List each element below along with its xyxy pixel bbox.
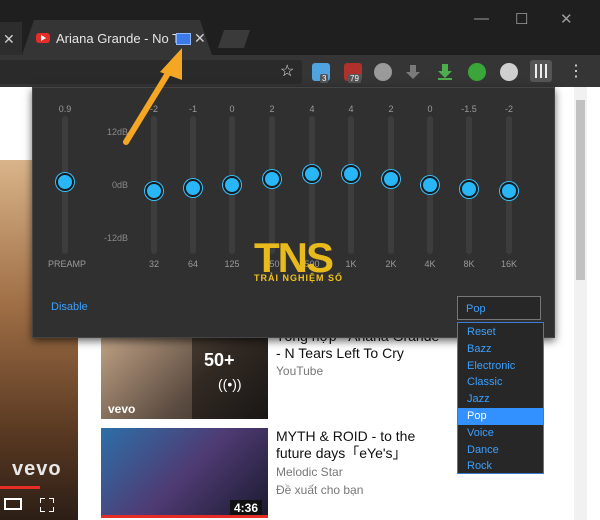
scale-label-zero: 0dB [111,180,128,190]
video-recommendation: Đề xuất cho bạn [276,483,364,497]
band-label: 32 [148,259,159,269]
minimize-button[interactable]: — [474,10,489,27]
band-label: 2K [385,259,397,269]
band-slider-knob[interactable] [223,176,241,194]
extension-badge: 79 [348,74,361,83]
scrollbar-thumb[interactable] [576,100,585,280]
ublock-icon[interactable]: 79 [344,63,362,83]
band-label: 125 [224,259,240,269]
watermark-subtitle: TRẢI NGHIỆM SỐ [254,273,344,283]
youtube-favicon-icon [36,33,50,43]
band-value: -2 [504,104,513,114]
player-progress-bar[interactable] [0,486,40,489]
preset-option[interactable]: Electronic [458,358,543,375]
band-value: 4 [309,104,315,114]
menu-icon[interactable]: ⋮ [568,61,584,81]
video-duration: 4:36 [230,500,263,516]
cloud-icon[interactable] [500,63,518,81]
globe-icon[interactable] [374,63,392,81]
maximize-button[interactable]: ☐ [515,10,528,28]
band-value: 0 [427,104,433,114]
preset-option[interactable]: Dance [458,442,543,459]
preset-option[interactable]: Classic [458,374,543,391]
band-label: 16K [500,259,517,269]
band-value: 2 [388,104,394,114]
green-circle-icon[interactable] [468,63,486,81]
video-channel[interactable]: YouTube [276,364,323,378]
band-slider-knob[interactable] [303,164,321,183]
preset-option[interactable]: Reset [458,324,543,341]
band-slider-knob[interactable] [500,181,518,200]
disable-link[interactable]: Disable [51,301,88,313]
vevo-logo: vevo [12,458,62,480]
band-slider-track[interactable] [348,116,354,254]
band-slider-knob[interactable] [184,178,202,197]
download-gray-icon[interactable] [404,63,422,81]
playlist-overlay [192,326,268,419]
preset-option[interactable]: Bazz [458,341,543,358]
close-icon[interactable]: ✕ [3,31,15,48]
band-label: 1K [345,259,357,269]
band-label: 64 [187,259,198,269]
band-value: 4 [348,104,354,114]
miniplayer-icon[interactable] [4,498,22,510]
band-value: 0 [229,104,235,114]
arrow-annotation [123,48,182,145]
band-value: 2 [269,104,275,114]
band-label: PREAMP [48,259,87,269]
preset-option[interactable]: Jazz [458,391,543,408]
band-slider-knob[interactable] [421,176,439,194]
preset-option[interactable]: Pop [458,408,543,425]
playlist-radio-icon: ((•)) [218,376,242,392]
video-title[interactable]: MYTH & ROID - to the future days「eYe's」 [276,428,446,462]
fullscreen-icon[interactable] [39,497,55,513]
band-slider-knob[interactable] [342,164,360,183]
download-green-icon[interactable] [436,63,454,81]
preset-select[interactable]: Pop [457,296,541,320]
band-value: -1.5 [461,104,477,114]
band-slider-knob[interactable] [145,181,163,200]
ghost-icon[interactable]: 3 [312,63,330,83]
watch-progress-bar [101,515,268,518]
video-channel[interactable]: Melodic Star [276,465,343,479]
extension-badge: 3 [320,74,329,83]
scale-label-min: -12dB [103,233,128,243]
band-value: 0.9 [58,104,72,114]
band-label: 8K [463,259,475,269]
star-icon[interactable]: ☆ [280,61,294,81]
preset-option[interactable]: Rock [458,458,543,475]
vevo-logo: vevo [108,402,136,416]
band-label: 4K [424,259,436,269]
preset-dropdown-list: Reset Bazz Electronic Classic Jazz Pop Voice Da… [457,322,544,474]
preset-option[interactable]: Voice [458,425,543,442]
close-window-button[interactable]: ✕ [560,10,573,28]
equalizer-icon[interactable] [530,60,552,82]
playlist-count: 50+ [204,350,235,370]
